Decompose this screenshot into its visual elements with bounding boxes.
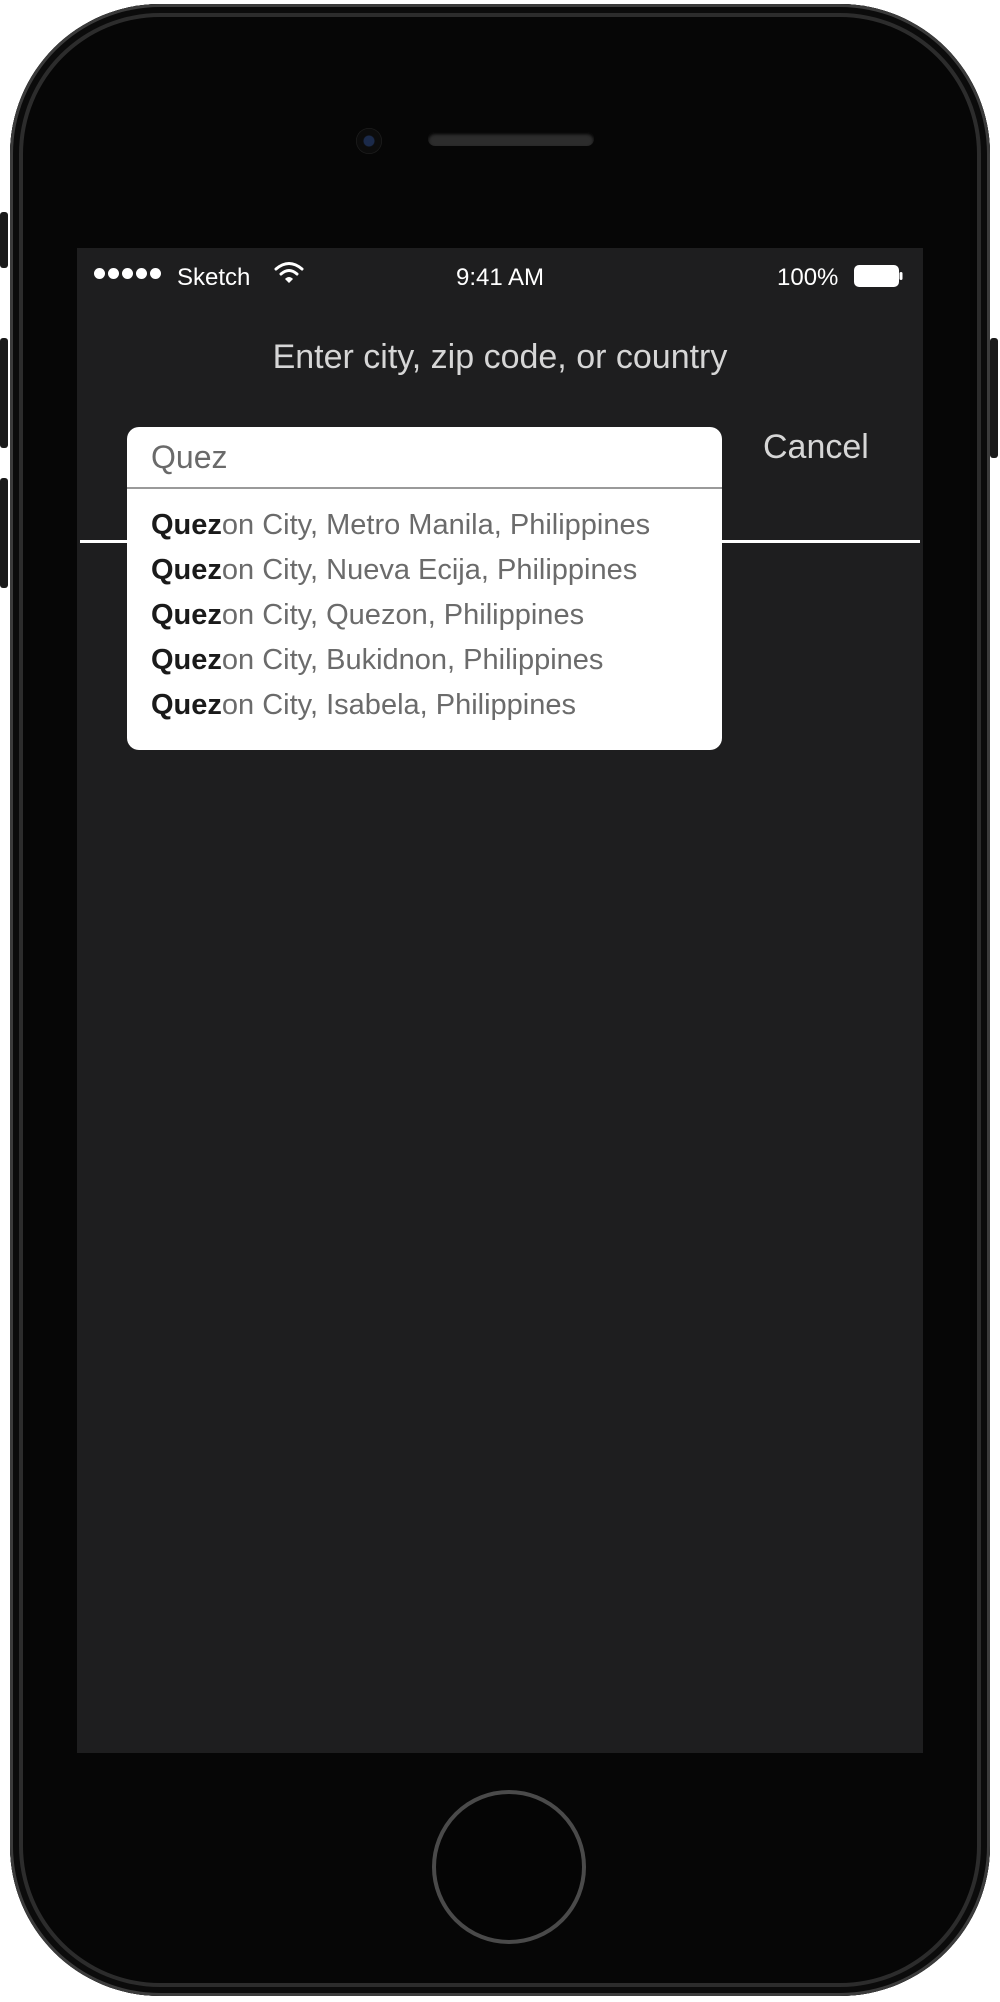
suggestion-rest-text: on City, Nueva Ecija, Philippines: [221, 554, 638, 586]
suggestion-item[interactable]: Quezon City, Isabela, Philippines: [127, 683, 722, 728]
search-input[interactable]: [127, 427, 722, 489]
mute-switch: [0, 212, 8, 268]
suggestion-item[interactable]: Quezon City, Quezon, Philippines: [127, 593, 722, 638]
suggestion-item[interactable]: Quezon City, Metro Manila, Philippines: [127, 503, 722, 548]
suggestion-match-text: Quez: [151, 554, 222, 586]
battery-percent: 100%: [777, 264, 839, 291]
volume-down-button: [0, 478, 8, 588]
suggestion-rest-text: on City, Metro Manila, Philippines: [221, 509, 651, 541]
home-button[interactable]: [432, 1790, 586, 1944]
search-prompt: Enter city, zip code, or country: [272, 338, 728, 376]
divider-line: [80, 540, 127, 543]
battery-icon: [854, 265, 903, 287]
screen: Sketch 9:41 AM 100% Enter city, zip code…: [77, 248, 923, 1753]
suggestion-rest-text: on City, Quezon, Philippines: [221, 599, 585, 631]
volume-up-button: [0, 338, 8, 448]
front-camera: [356, 128, 382, 154]
suggestion-match-text: Quez: [151, 509, 222, 541]
suggestion-match-text: Quez: [151, 689, 222, 721]
suggestion-rest-text: on City, Bukidnon, Philippines: [221, 644, 604, 676]
earpiece-speaker: [428, 132, 594, 146]
status-bar: Sketch 9:41 AM 100%: [77, 248, 923, 302]
suggestion-item[interactable]: Quezon City, Nueva Ecija, Philippines: [127, 548, 722, 593]
divider-line: [722, 540, 920, 543]
suggestion-rest-text: on City, Isabela, Philippines: [221, 689, 577, 721]
search-autocomplete: Quezon City, Metro Manila, PhilippinesQu…: [127, 427, 722, 750]
power-button: [990, 338, 998, 458]
suggestion-list: Quezon City, Metro Manila, Philippines Qu…: [127, 503, 722, 728]
suggestion-match-text: Quez: [151, 599, 222, 631]
cancel-button[interactable]: Cancel: [763, 428, 869, 467]
suggestion-item[interactable]: Quezon City, Bukidnon, Philippines: [127, 638, 722, 683]
suggestion-match-text: Quez: [151, 644, 222, 676]
